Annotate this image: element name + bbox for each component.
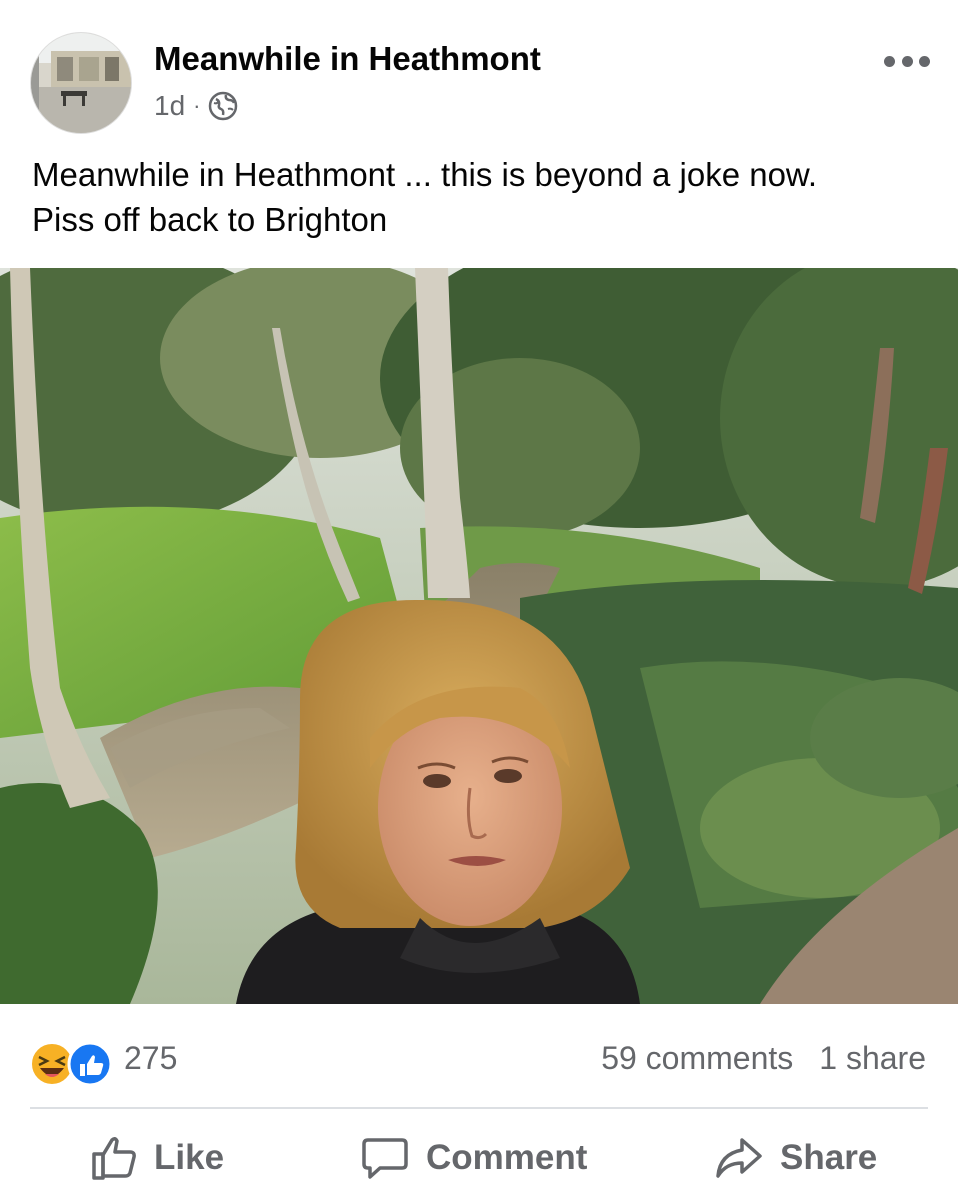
post-header: Meanwhile in Heathmont 1d · [0, 0, 958, 140]
more-dot [901, 55, 913, 67]
avatar-image [31, 33, 131, 133]
meta-separator: · [193, 93, 201, 118]
comment-label: Comment [426, 1138, 588, 1177]
reaction-count[interactable]: 275 [124, 1040, 177, 1077]
more-horizontal-icon [884, 55, 895, 67]
divider [30, 1107, 928, 1109]
reaction-icons-svg [30, 1041, 113, 1087]
more-dot [919, 55, 930, 67]
page-name[interactable]: Meanwhile in Heathmont [154, 40, 541, 78]
action-bar: Like Comment Share [0, 1112, 958, 1200]
comment-button[interactable]: Comment [360, 1130, 587, 1186]
share-button[interactable]: Share [714, 1130, 877, 1186]
globe-icon [209, 91, 238, 121]
post-photo[interactable] [0, 268, 958, 1004]
more-options-button[interactable] [884, 46, 930, 76]
comment-icon [362, 1138, 408, 1179]
shares-count[interactable]: 1 share [819, 1040, 926, 1077]
share-arrow-icon [716, 1138, 762, 1178]
post-text: Meanwhile in Heathmont ... this is beyon… [32, 152, 932, 242]
like-icon [67, 1041, 113, 1087]
page-avatar[interactable] [30, 32, 132, 134]
post-text-line: Meanwhile in Heathmont ... this is beyon… [32, 156, 818, 193]
photo-image [0, 268, 958, 1004]
post-timestamp[interactable]: 1d [154, 90, 185, 122]
post-meta: 1d · [154, 90, 238, 122]
like-button[interactable]: Like [90, 1130, 224, 1186]
haha-icon [30, 1042, 74, 1086]
post-text-line: Piss off back to Brighton [32, 201, 388, 238]
thumbs-up-icon [92, 1136, 136, 1180]
reaction-icons[interactable] [30, 1038, 120, 1090]
like-label: Like [154, 1138, 225, 1177]
reactions-row: 275 59 comments 1 share [0, 1010, 958, 1106]
comments-count[interactable]: 59 comments [601, 1040, 793, 1077]
share-label: Share [780, 1138, 878, 1177]
post-stats: 59 comments 1 share [601, 1040, 926, 1077]
